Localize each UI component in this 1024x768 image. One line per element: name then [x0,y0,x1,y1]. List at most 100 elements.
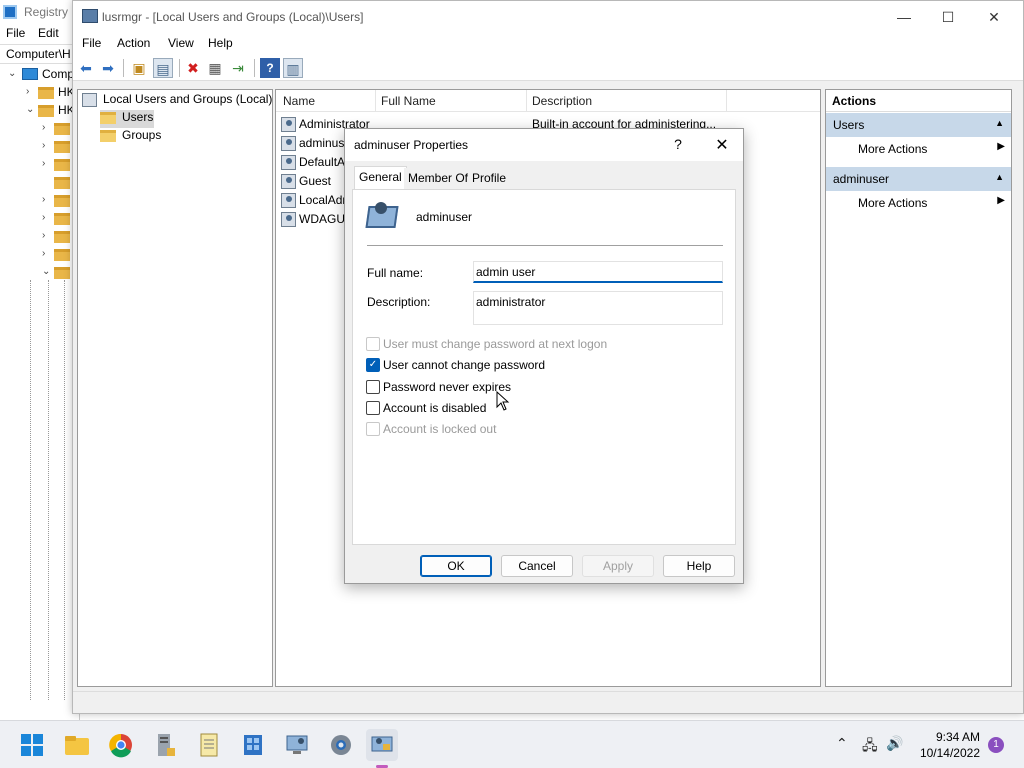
chevron-down-icon[interactable]: ⌄ [42,266,50,277]
menu-help[interactable]: Help [208,36,233,50]
apply-button[interactable]: Apply [582,555,654,577]
registry-tree-root[interactable]: ⌄ Comp [0,66,80,84]
system-clock[interactable]: 9:34 AM 10/14/2022 [918,729,980,761]
user-icon [281,193,296,208]
help-icon[interactable]: ? [260,58,280,78]
tree-item-users[interactable]: Users [100,110,154,128]
chevron-down-icon[interactable]: ⌄ [8,68,16,79]
maximize-button[interactable]: ☐ [925,1,971,33]
collapse-icon[interactable]: ▲ [995,172,1004,182]
column-header-full-name[interactable]: Full Name [381,94,436,108]
tree-guide-line [30,280,31,700]
chevron-right-icon[interactable]: › [42,194,45,205]
export-list-icon[interactable]: ⇥ [228,58,248,78]
properties-icon[interactable]: ▦ [205,58,225,78]
registry-menu-edit[interactable]: Edit [38,26,59,40]
user-icon [281,174,296,189]
user-name: DefaultA [299,155,346,169]
account-username: adminuser [416,210,473,224]
registry-address-bar[interactable]: Computer\H [0,44,80,64]
account-disabled-label: Account is disabled [383,401,487,415]
tab-member-of[interactable]: Member Of [404,168,473,190]
collapse-icon[interactable]: ▲ [995,118,1004,128]
folder-icon [38,105,54,117]
account-disabled-checkbox[interactable] [366,401,380,415]
ok-button[interactable]: OK [420,555,492,577]
chevron-right-icon[interactable]: › [42,230,45,241]
chrome-taskbar-button[interactable] [105,729,137,761]
delete-icon[interactable]: ✖ [183,58,203,78]
registry-subkey[interactable]: › [0,156,80,174]
chevron-down-icon[interactable]: ⌄ [26,104,34,115]
folder-icon [54,195,70,207]
help-button[interactable]: Help [663,555,735,577]
network-icon [244,735,262,755]
more-actions-adminuser[interactable]: More Actions ▶ [826,192,1011,214]
registry-subkey[interactable]: › [0,192,80,210]
windows-logo-icon [21,734,43,756]
registry-subkey[interactable]: › [0,228,80,246]
menu-action[interactable]: Action [117,36,150,50]
start-button[interactable] [16,729,48,761]
dialog-help-button[interactable]: ? [667,136,689,152]
registry-subkey[interactable]: › [0,246,80,264]
up-folder-icon[interactable]: ▣ [129,58,149,78]
submenu-arrow-icon: ▶ [997,195,1005,206]
full-name-field[interactable]: admin user [473,261,723,283]
cancel-button[interactable]: Cancel [501,555,573,577]
lusrmgr-taskbar-button[interactable] [366,729,398,768]
registry-subkey[interactable]: › [0,210,80,228]
show-action-pane-icon[interactable]: ▥ [283,58,303,78]
chevron-right-icon[interactable]: › [26,86,29,97]
back-icon[interactable]: ⬅ [76,58,96,78]
registry-subkey[interactable]: › [0,138,80,156]
tab-profile[interactable]: Profile [468,168,511,190]
folder-icon [54,123,70,135]
menu-file[interactable]: File [82,36,101,50]
server-manager-taskbar-button[interactable] [149,729,181,761]
column-header-description[interactable]: Description [532,94,592,108]
chevron-right-icon[interactable]: › [42,158,45,169]
actions-section-users[interactable]: Users ▲ [826,113,1011,137]
menu-view[interactable]: View [168,36,194,50]
column-header-name[interactable]: Name [283,94,315,108]
password-never-expires-checkbox[interactable] [366,380,380,394]
dialog-close-button[interactable]: ✕ [711,135,733,155]
more-actions-users[interactable]: More Actions ▶ [826,138,1011,160]
chevron-up-icon[interactable]: ⌃ [836,735,848,752]
must-change-password-checkbox[interactable] [366,337,380,351]
registry-menu-file[interactable]: File [6,26,25,40]
registry-subkey[interactable]: › [0,120,80,138]
minimize-button[interactable]: — [881,1,927,33]
remote-desktop-taskbar-button[interactable] [281,729,313,761]
notepad-taskbar-button[interactable] [193,729,225,761]
cannot-change-password-checkbox[interactable]: ✓ [366,358,380,372]
account-locked-out-checkbox[interactable] [366,422,380,436]
network-status-icon[interactable]: 🖧 [862,735,878,759]
registry-tree-hk1[interactable]: › HK [0,84,80,102]
tab-general[interactable]: General [354,166,407,190]
account-locked-out-label: Account is locked out [383,422,497,436]
file-explorer-taskbar-button[interactable] [61,729,93,761]
network-taskbar-button[interactable] [237,729,269,761]
chevron-right-icon[interactable]: › [42,248,45,259]
settings-taskbar-button[interactable] [325,729,357,761]
registry-subkey[interactable] [0,174,80,192]
chevron-right-icon[interactable]: › [42,122,45,133]
column-divider[interactable] [526,90,527,112]
chevron-right-icon[interactable]: › [42,140,45,151]
registry-subkey[interactable]: ⌄ [0,264,80,282]
column-divider[interactable] [375,90,376,112]
forward-icon[interactable]: ➡ [98,58,118,78]
folder-icon [38,87,54,99]
chevron-right-icon[interactable]: › [42,212,45,223]
close-button[interactable]: ✕ [971,1,1017,33]
actions-section-adminuser[interactable]: adminuser ▲ [826,167,1011,191]
console-tree: Local Users and Groups (Local) Users Gro… [77,89,273,687]
description-field[interactable]: administrator [473,291,723,325]
volume-icon[interactable]: 🔊 [886,735,903,752]
column-divider[interactable] [726,90,727,112]
registry-tree-hk2[interactable]: ⌄ HK [0,102,80,120]
notification-badge[interactable]: 1 [988,737,1004,753]
show-hide-tree-icon[interactable]: ▤ [153,58,173,78]
